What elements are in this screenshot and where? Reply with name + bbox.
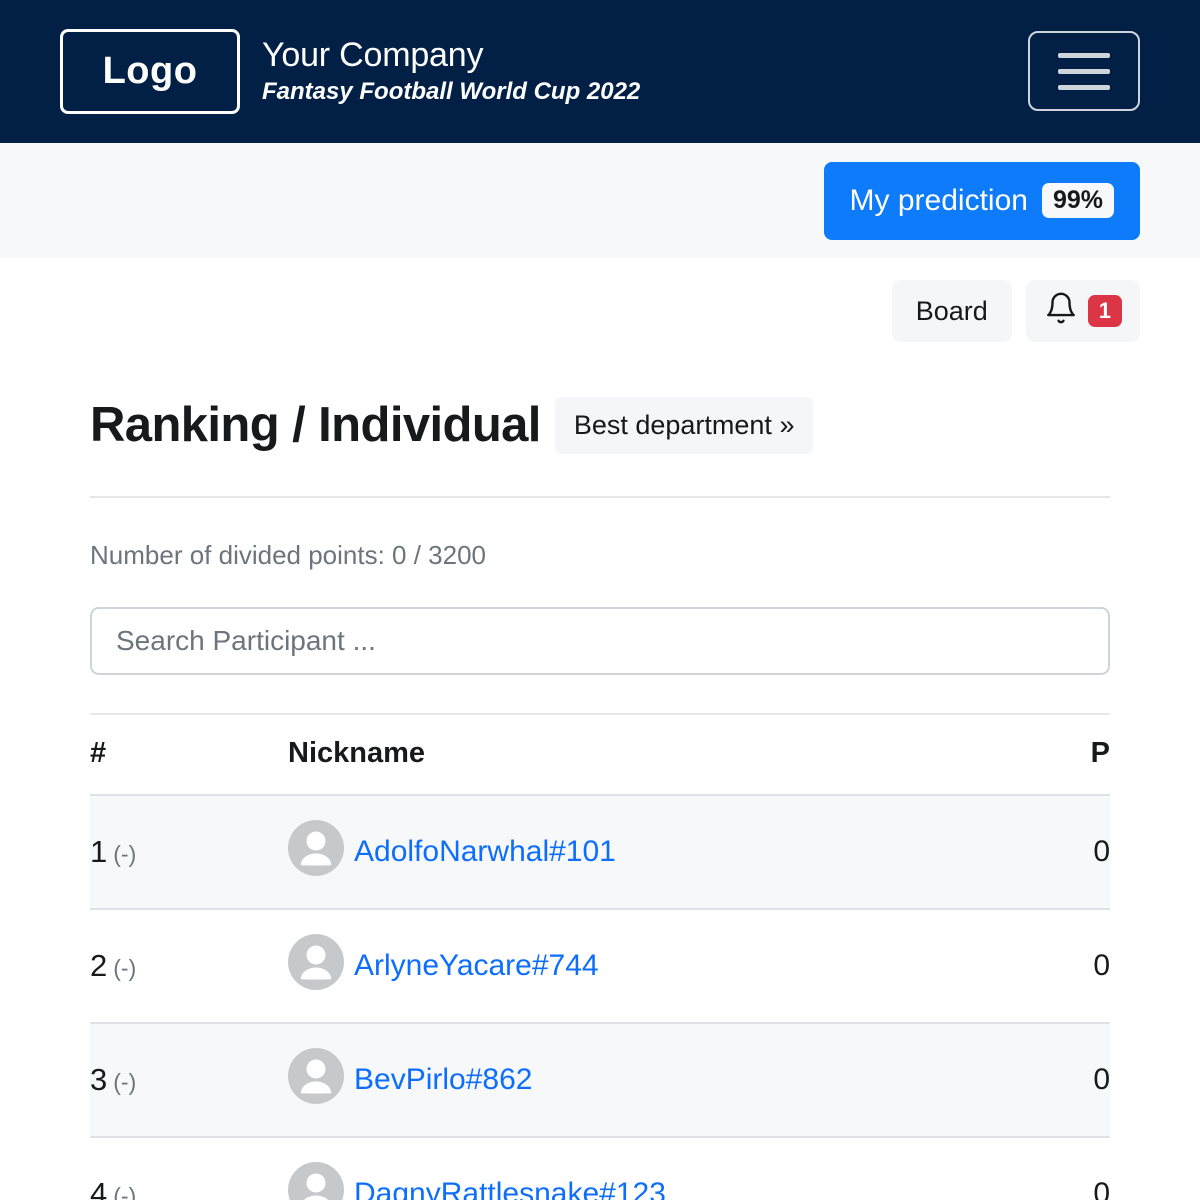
secondary-toolbar: Board 1 [0,258,1200,342]
rank-number: 4 [90,1176,107,1200]
column-header-rank[interactable]: # [90,714,288,795]
ranking-table-body: 1 (-) AdolfoNarwhal#101 0 [90,795,1110,1200]
my-prediction-label: My prediction [850,184,1028,218]
rank-cell: 4 (-) [90,1137,288,1200]
logo-text: Logo [103,50,198,93]
main-content: Ranking / Individual Best department » N… [0,397,1200,1200]
rank-number: 1 [90,834,107,869]
rank-cell: 3 (-) [90,1023,288,1137]
participant-link[interactable]: DagnyRattlesnake#123 [354,1177,666,1200]
points-cell: 0 [960,795,1110,909]
nickname-cell: ArlyneYacare#744 [288,909,960,1023]
points-cell: 0 [960,1137,1110,1200]
rank-delta: (-) [113,841,136,867]
nickname-cell: AdolfoNarwhal#101 [288,795,960,909]
participant-link[interactable]: BevPirlo#862 [354,1063,532,1097]
nickname-cell: BevPirlo#862 [288,1023,960,1137]
prediction-percent-badge: 99% [1042,183,1114,218]
table-row[interactable]: 3 (-) BevPirlo#862 0 [90,1023,1110,1137]
title-divider [90,496,1110,498]
nickname-cell: DagnyRattlesnake#123 [288,1137,960,1200]
rank-cell: 2 (-) [90,909,288,1023]
hamburger-menu-icon[interactable] [1028,31,1140,111]
logo[interactable]: Logo [60,29,240,114]
column-header-nickname[interactable]: Nickname [288,714,960,795]
rank-delta: (-) [113,955,136,981]
table-row[interactable]: 4 (-) DagnyRattlesnake#123 [90,1137,1110,1200]
board-button[interactable]: Board [892,280,1012,342]
best-department-button[interactable]: Best department » [555,397,814,454]
rank-number: 2 [90,948,107,983]
points-cell: 0 [960,1023,1110,1137]
hamburger-bar [1058,53,1110,58]
participant-link[interactable]: ArlyneYacare#744 [354,949,599,983]
points-cell: 0 [960,909,1110,1023]
avatar [288,1162,344,1200]
table-header-row: # Nickname P [90,714,1110,795]
brand-block: Your Company Fantasy Football World Cup … [262,36,640,107]
board-label: Board [916,296,988,327]
ranking-table: # Nickname P 1 (-) [90,713,1110,1200]
page-title-row: Ranking / Individual Best department » [90,397,1110,454]
prediction-band: My prediction 99% [0,143,1200,258]
table-row[interactable]: 2 (-) ArlyneYacare#744 0 [90,909,1110,1023]
hamburger-bar [1058,85,1110,90]
bell-icon [1044,291,1078,332]
table-row[interactable]: 1 (-) AdolfoNarwhal#101 0 [90,795,1110,909]
rank-delta: (-) [113,1069,136,1095]
avatar [288,820,344,884]
notifications-button[interactable]: 1 [1026,280,1140,342]
column-header-points[interactable]: P [960,714,1110,795]
rank-delta: (-) [113,1183,136,1200]
company-tagline: Fantasy Football World Cup 2022 [262,77,640,107]
participant-link[interactable]: AdolfoNarwhal#101 [354,835,616,869]
app-header: Logo Your Company Fantasy Football World… [0,0,1200,143]
avatar [288,934,344,998]
hamburger-bar [1058,69,1110,74]
search-input[interactable] [90,607,1110,675]
notification-count-badge: 1 [1088,295,1122,326]
company-name: Your Company [262,36,640,74]
rank-cell: 1 (-) [90,795,288,909]
rank-number: 3 [90,1062,107,1097]
ranking-table-head: # Nickname P [90,714,1110,795]
points-summary: Number of divided points: 0 / 3200 [90,540,1110,571]
my-prediction-button[interactable]: My prediction 99% [824,162,1140,240]
avatar [288,1048,344,1112]
page-title: Ranking / Individual [90,400,541,451]
